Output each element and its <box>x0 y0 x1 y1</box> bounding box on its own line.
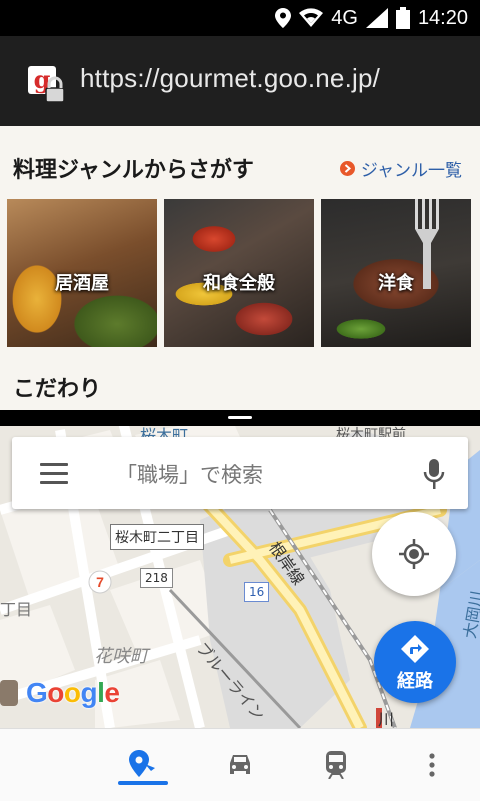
kodawari-section-title: こだわり <box>13 377 102 402</box>
google-logo: Google <box>26 677 120 708</box>
site-lock-icon[interactable]: g <box>28 66 66 104</box>
convenience-store-icon[interactable]: 7 <box>88 570 112 594</box>
car-icon <box>230 755 250 774</box>
route-16-badge: 16 <box>244 582 270 602</box>
genre-card-label: 洋食 <box>378 273 414 294</box>
location-icon <box>275 8 292 28</box>
battery-icon <box>395 7 410 29</box>
route-218-badge: 218 <box>140 568 173 588</box>
microphone-icon[interactable] <box>422 457 446 491</box>
active-tab-indicator <box>118 781 168 785</box>
tab-transit[interactable] <box>306 729 366 801</box>
map-search-box[interactable]: 「職場」で検索 <box>12 437 468 509</box>
genre-card-izakaya[interactable]: 居酒屋 <box>7 199 157 347</box>
genre-card-washoku[interactable]: 和食全般 <box>164 199 314 347</box>
explore-pin-icon <box>129 750 155 777</box>
status-icons: 4G 14:20 <box>275 0 468 36</box>
svg-text:7: 7 <box>96 574 104 590</box>
genre-list-label: ジャンル一覧 <box>360 161 462 181</box>
chevron-right-icon <box>339 161 355 176</box>
tab-driving[interactable] <box>210 729 270 801</box>
split-screen-handle[interactable] <box>0 410 480 426</box>
map-label-chome: 丁目 <box>0 600 33 619</box>
clock: 14:20 <box>417 6 468 29</box>
hamburger-menu-icon[interactable] <box>40 463 68 484</box>
network-type: 4G <box>331 6 358 29</box>
browser-toolbar: g https://gourmet.goo.ne.jp/ <box>0 36 480 126</box>
directions-button[interactable]: 経路 <box>374 621 456 703</box>
my-location-button[interactable] <box>372 512 456 596</box>
directions-label: 経路 <box>397 671 433 692</box>
map-poi-icon[interactable] <box>0 680 18 706</box>
genre-card-label: 居酒屋 <box>55 273 109 294</box>
genre-card-yoshoku[interactable]: 洋食 <box>321 199 471 347</box>
wifi-icon <box>299 8 324 27</box>
status-bar: 4G 14:20 <box>0 0 480 36</box>
signal-icon <box>365 8 388 28</box>
more-vert-icon <box>429 753 435 777</box>
tab-explore[interactable] <box>113 729 173 801</box>
genre-cards: 居酒屋 和食全般 洋食 <box>7 199 473 347</box>
crosshair-icon <box>399 539 429 569</box>
url-field[interactable]: https://gourmet.goo.ne.jp/ <box>80 63 380 94</box>
map-label-sakuragicho-nichome: 桜木町二丁目 <box>110 524 204 550</box>
map-label-kawa: 川 <box>378 710 395 728</box>
more-options-button[interactable] <box>402 729 462 801</box>
bottom-navigation <box>0 728 480 801</box>
genre-card-label: 和食全般 <box>203 273 275 294</box>
gourmet-page: 料理ジャンルからさがす ジャンル一覧 居酒屋 和食全般 洋食 こだわり <box>0 126 480 410</box>
map-label-hanasakicho: 花咲町 <box>94 646 148 667</box>
directions-icon <box>401 635 429 663</box>
genre-list-link[interactable]: ジャンル一覧 <box>339 156 462 181</box>
search-input[interactable]: 「職場」で検索 <box>116 459 263 489</box>
split-grip <box>228 416 252 419</box>
train-icon <box>326 751 346 779</box>
genre-section-title: 料理ジャンルからさがす <box>13 158 254 183</box>
